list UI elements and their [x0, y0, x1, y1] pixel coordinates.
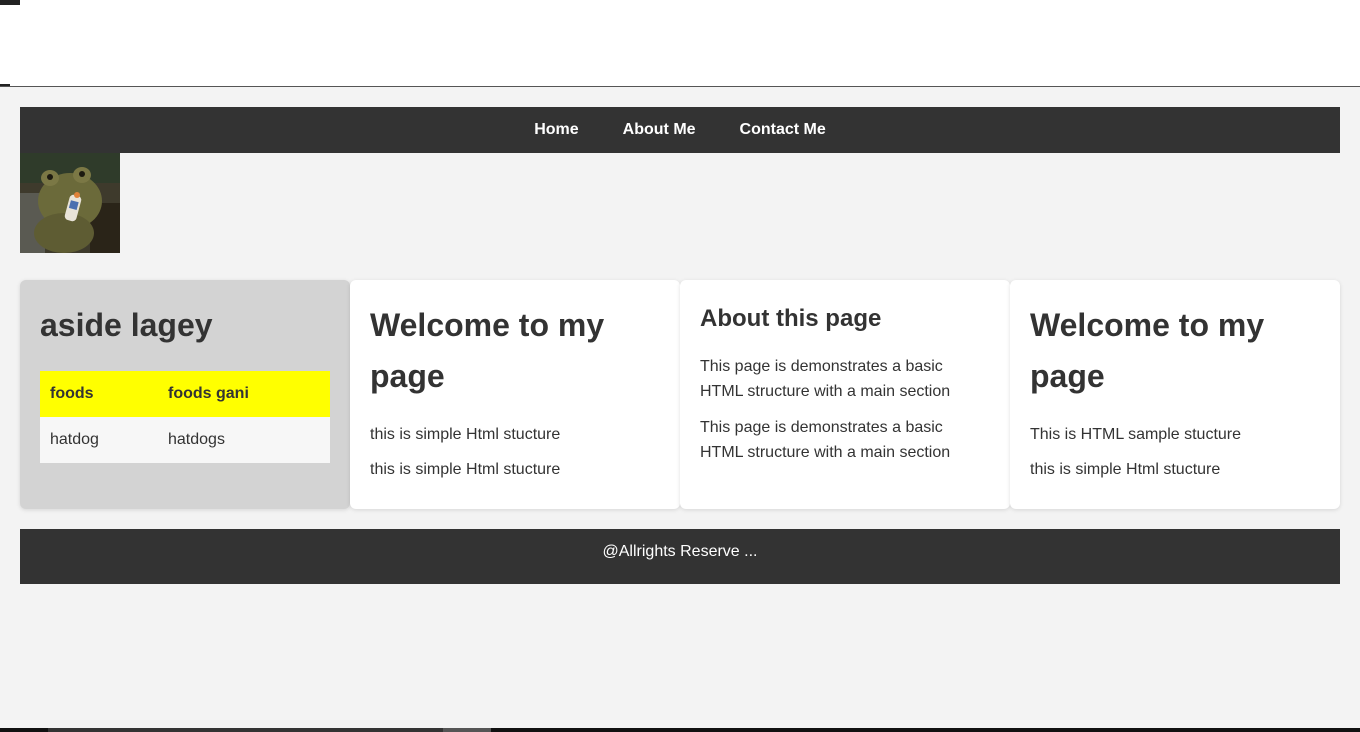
card-paragraph: this is simple Html stucture	[1030, 461, 1221, 478]
table-header-row: foods foods gani	[40, 371, 330, 417]
page-footer: @Allrights Reserve ...	[20, 529, 1340, 584]
table-cell: hatdog	[40, 417, 158, 463]
top-edge-mark-lower	[0, 84, 10, 86]
nav-home-link[interactable]: Home	[512, 121, 600, 139]
card-paragraph: this is simple Html stucture	[370, 426, 561, 443]
table-cell: hatdogs	[158, 417, 330, 463]
card-title: About this page	[700, 305, 882, 332]
table-row: hatdog hatdogs	[40, 417, 330, 463]
main-nav: Home About Me Contact Me	[20, 107, 1340, 153]
aside-title: aside lagey	[40, 307, 213, 343]
frog-photo-icon	[20, 153, 120, 253]
card-title: Welcome to my page	[1030, 307, 1265, 394]
card-paragraph: This page is demonstrates a basic HTML s…	[700, 358, 951, 400]
card-paragraph: This is HTML sample stucture	[1030, 426, 1242, 443]
nav-contact-link[interactable]: Contact Me	[718, 121, 848, 139]
foods-table: foods foods gani hatdog hatdogs	[40, 371, 330, 463]
nav-about-link[interactable]: About Me	[601, 121, 718, 139]
taskbar-segment	[48, 728, 443, 732]
frog-image	[20, 153, 120, 253]
card-title: Welcome to my page	[370, 307, 605, 394]
taskbar-segment	[443, 728, 491, 732]
bottom-taskbar-edge	[0, 728, 1360, 732]
table-header-cell: foods gani	[158, 371, 330, 417]
top-edge-mark	[0, 0, 20, 5]
aside-panel: aside lagey foods foods gani hatdog hatd…	[20, 280, 350, 509]
footer-text: @Allrights Reserve ...	[602, 543, 758, 560]
card-paragraph: This page is demonstrates a basic HTML s…	[700, 419, 951, 461]
welcome-card-second: Welcome to my page This is HTML sample s…	[1010, 280, 1340, 509]
card-paragraph: this is simple Html stucture	[370, 461, 561, 478]
about-card: About this page This page is demonstrate…	[680, 280, 1010, 509]
welcome-card: Welcome to my page this is simple Html s…	[350, 280, 680, 509]
browser-top-area	[0, 0, 1360, 87]
table-header-cell: foods	[40, 371, 158, 417]
